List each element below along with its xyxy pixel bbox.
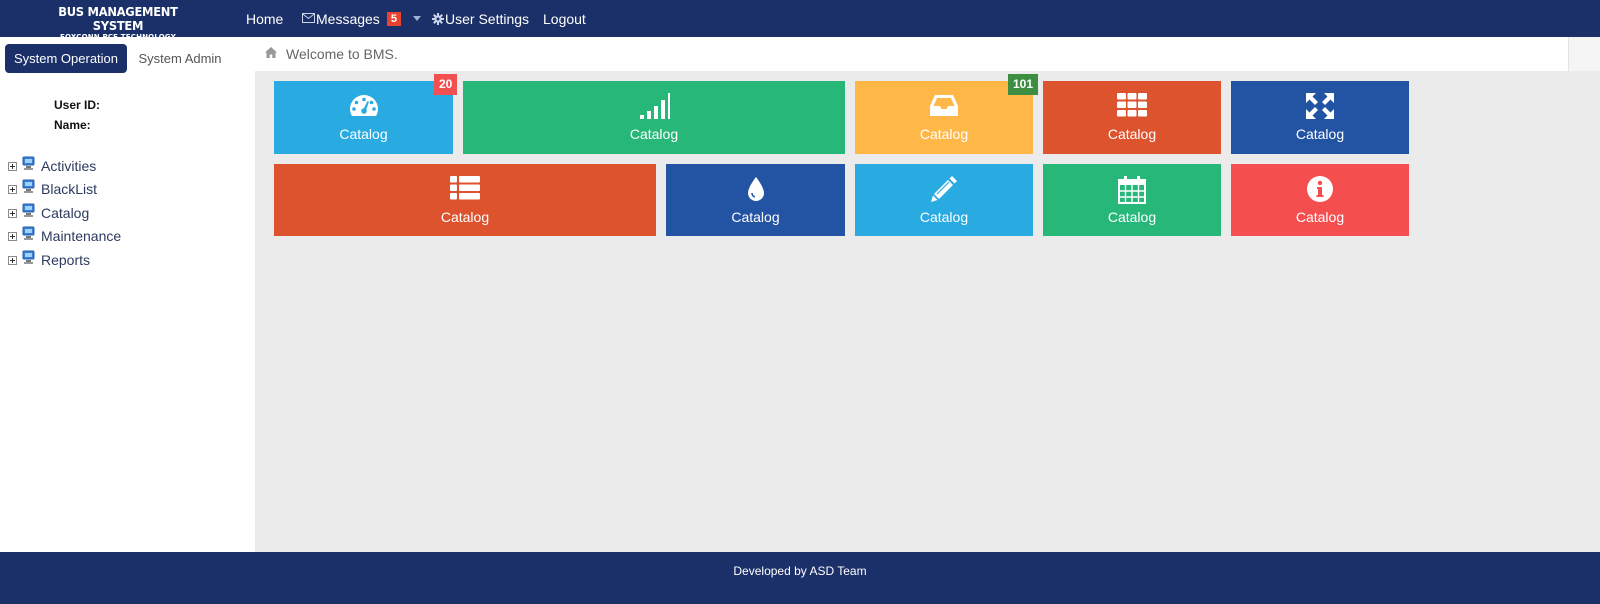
- grid-icon: [1043, 93, 1221, 120]
- monitor-icon: [22, 250, 35, 270]
- tile-catalog-calendar[interactable]: Catalog: [1043, 164, 1221, 236]
- tile-catalog-grid[interactable]: Catalog: [1043, 81, 1221, 154]
- home-icon: [265, 45, 277, 63]
- pencil-icon: [855, 176, 1033, 203]
- tree-item-catalog[interactable]: Catalog: [8, 203, 89, 223]
- monitor-icon: [22, 203, 35, 223]
- signal-icon: [463, 93, 845, 120]
- tile-catalog-pencil[interactable]: Catalog: [855, 164, 1033, 236]
- expand-icon[interactable]: [8, 161, 17, 171]
- info-icon: [1231, 176, 1409, 203]
- tile-label: Catalog: [339, 126, 388, 142]
- tree-item-maintenance[interactable]: Maintenance: [8, 226, 121, 246]
- tree-item-activities[interactable]: Activities: [8, 156, 96, 176]
- tile-catalog-signal[interactable]: Catalog: [463, 81, 845, 154]
- tile-label: Catalog: [629, 126, 679, 142]
- footer: Developed by ASD Team: [0, 552, 1600, 604]
- tile-catalog-dashboard[interactable]: Catalog: [274, 81, 453, 154]
- calendar-icon: [1043, 176, 1221, 204]
- monitor-icon: [22, 156, 35, 176]
- dashboard-icon: [274, 93, 453, 120]
- top-navbar: BUS MANAGEMENT SYSTEM FOXCONN PCE TECHNO…: [0, 0, 1600, 41]
- nav-home-label: Home: [246, 10, 284, 27]
- nav-user-settings[interactable]: User Settings: [432, 0, 529, 37]
- footer-text: Developed by ASD Team: [733, 564, 867, 578]
- tab-system-admin[interactable]: System Admin: [132, 44, 228, 73]
- tile-label: Catalog: [731, 209, 780, 225]
- chevron-down-icon[interactable]: [412, 16, 421, 21]
- notification-badge: 101: [1008, 74, 1039, 95]
- tree-item-reports[interactable]: Reports: [8, 250, 90, 270]
- inbox-icon: [855, 93, 1033, 120]
- scrollbar[interactable]: [1568, 37, 1600, 71]
- nav-logout[interactable]: Logout: [543, 0, 586, 37]
- tile-label: Catalog: [919, 209, 969, 225]
- list-icon: [274, 176, 656, 203]
- notification-badge: 20: [434, 74, 458, 95]
- expand-icon[interactable]: [8, 231, 17, 241]
- tile-catalog-list[interactable]: Catalog: [274, 164, 656, 236]
- breadcrumb-text: Welcome to BMS.: [286, 46, 398, 62]
- tree-item-label: Maintenance: [41, 228, 122, 244]
- tree-item-label: BlackList: [41, 181, 98, 197]
- tile-label: Catalog: [440, 209, 490, 225]
- drop-icon: [666, 176, 845, 203]
- nav-messages[interactable]: Messages 5: [302, 0, 421, 37]
- envelope-icon: [302, 13, 315, 24]
- tile-label: Catalog: [1107, 209, 1157, 225]
- nav-user-settings-label: User Settings: [445, 10, 530, 27]
- expand-icon[interactable]: [8, 208, 17, 218]
- tile-catalog-info[interactable]: Catalog: [1231, 164, 1409, 236]
- app-title: BUS MANAGEMENT SYSTEM: [58, 4, 178, 33]
- tile-label: Catalog: [1107, 126, 1157, 142]
- nav-home[interactable]: Home: [246, 0, 283, 37]
- tile-label: Catalog: [919, 126, 969, 142]
- user-id-label: User ID:: [54, 98, 101, 112]
- tile-catalog-drop[interactable]: Catalog: [666, 164, 845, 236]
- tile-label: Catalog: [1295, 209, 1345, 225]
- main-content: Welcome to BMS. Catalog 20 Catalog Catal…: [255, 37, 1600, 552]
- messages-count-badge: 5: [386, 11, 401, 26]
- gear-icon: [432, 12, 444, 25]
- name-label: Name:: [54, 118, 91, 132]
- nav-logout-label: Logout: [543, 10, 586, 27]
- tile-label: Catalog: [1295, 126, 1345, 142]
- fullscreen-icon: [1231, 93, 1409, 120]
- tab-system-operation[interactable]: System Operation: [5, 44, 127, 73]
- breadcrumb: Welcome to BMS.: [255, 37, 1578, 71]
- brand-logo[interactable]: BUS MANAGEMENT SYSTEM FOXCONN PCE TECHNO…: [28, 4, 208, 42]
- expand-icon[interactable]: [8, 184, 17, 194]
- expand-icon[interactable]: [8, 255, 17, 265]
- monitor-icon: [22, 179, 35, 199]
- monitor-icon: [22, 226, 35, 246]
- tile-catalog-fullscreen[interactable]: Catalog: [1231, 81, 1409, 154]
- sidebar: System Operation System Admin User ID: N…: [0, 37, 255, 552]
- tree-item-label: Catalog: [41, 205, 90, 221]
- tree-item-label: Reports: [41, 252, 91, 268]
- tree-item-label: Activities: [41, 158, 97, 174]
- nav-messages-label: Messages: [316, 10, 380, 27]
- tree-item-blacklist[interactable]: BlackList: [8, 179, 97, 199]
- tile-catalog-inbox[interactable]: Catalog: [855, 81, 1033, 154]
